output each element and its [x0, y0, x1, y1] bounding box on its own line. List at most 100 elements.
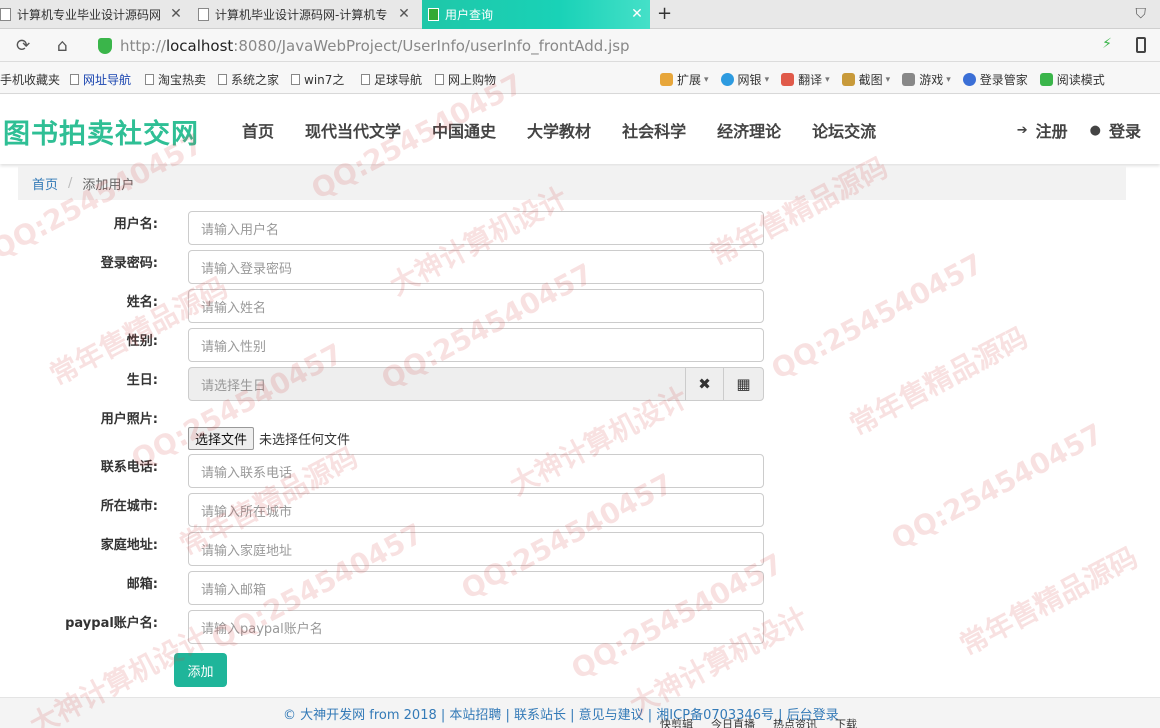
tool-login-manager[interactable]: 登录管家	[962, 71, 1028, 88]
bookmark-mobile-favorites[interactable]: 手机收藏夹	[0, 71, 60, 88]
tool-bank[interactable]: 网银 ▾	[720, 71, 769, 88]
choose-file-button[interactable]: 选择文件	[188, 427, 255, 450]
tab-label: 计算机毕业设计源码网-计算机专	[215, 8, 387, 22]
chevron-down-icon: ▾	[946, 74, 951, 85]
register-link[interactable]: ➔ 注册	[1017, 118, 1068, 142]
url-host: localhost	[165, 36, 234, 55]
paypal-label: paypal账户名:	[65, 616, 158, 631]
tab-label: 计算机专业毕业设计源码网	[17, 8, 162, 22]
extension-icon	[660, 73, 673, 86]
phone-icon[interactable]	[1136, 37, 1146, 53]
form-row-photo: 用户照片:	[0, 406, 780, 440]
paypal-input[interactable]: 请输入paypal账户名	[188, 610, 764, 644]
birthday-label: 生日:	[126, 373, 158, 388]
address-bar: ⟳ ⌂ http:// localhost :8080/JavaWebProje…	[0, 29, 1160, 62]
bookmark-taobao[interactable]: 淘宝热卖	[145, 71, 206, 88]
calendar-icon[interactable]: ▦	[723, 367, 764, 401]
page-icon	[435, 74, 444, 85]
username-input[interactable]: 请输入用户名	[188, 211, 764, 245]
status-news[interactable]: 热点资讯	[773, 716, 817, 728]
close-icon[interactable]: ✕	[169, 6, 183, 22]
tab-source-code[interactable]: 计算机专业毕业设计源码网 ✕	[0, 0, 189, 29]
photo-file-picker: 选择文件 未选择任何文件	[188, 427, 350, 450]
nav-textbooks[interactable]: 大学教材	[527, 118, 591, 142]
city-label: 所在城市:	[100, 499, 158, 514]
login-link[interactable]: ● 登录	[1090, 118, 1141, 142]
name-input[interactable]: 请输入姓名	[188, 289, 764, 323]
bookmarks-bar: 手机收藏夹 网址导航 淘宝热卖 系统之家 win7之 足球导航 网上购物 扩展 ▾…	[0, 62, 1160, 94]
form-row-address: 家庭地址: 请输入家庭地址	[0, 532, 780, 566]
breadcrumb-home[interactable]: 首页	[32, 174, 58, 193]
address-input[interactable]: 请输入家庭地址	[188, 532, 764, 566]
add-button[interactable]: 添加	[174, 653, 227, 687]
status-quick-edit[interactable]: 快剪辑	[660, 716, 693, 728]
gender-label: 性别:	[126, 334, 158, 349]
username-label: 用户名:	[113, 217, 158, 232]
form-row-password: 登录密码: 请输入登录密码	[0, 250, 780, 284]
url-path: :8080/JavaWebProject/UserInfo/userInfo_f…	[233, 36, 630, 55]
page-icon	[145, 74, 154, 85]
nav-modern-literature[interactable]: 现代当代文学	[305, 118, 401, 142]
lightning-icon[interactable]: ⚡	[1102, 36, 1112, 52]
nav-economic-theory[interactable]: 经济理论	[717, 118, 781, 142]
email-input[interactable]: 请输入邮箱	[188, 571, 764, 605]
breadcrumb-separator: /	[68, 175, 73, 191]
bookmark-nav[interactable]: 网址导航	[70, 71, 131, 88]
url-scheme: http://	[120, 36, 166, 55]
email-label: 邮箱:	[126, 577, 158, 592]
tab-user-query[interactable]: 用户查询 ✕	[422, 0, 650, 29]
nav-forum[interactable]: 论坛交流	[812, 118, 876, 142]
bookmark-football[interactable]: 足球导航	[361, 71, 422, 88]
page-icon	[0, 8, 11, 21]
chevron-down-icon: ▾	[885, 74, 891, 85]
bank-icon	[720, 73, 734, 86]
page-icon	[291, 74, 300, 85]
tool-screenshot[interactable]: 截图 ▾	[841, 71, 891, 88]
tool-games[interactable]: 游戏 ▾	[902, 71, 951, 88]
site-logo[interactable]: 图书拍卖社交网	[3, 112, 199, 151]
tool-extensions[interactable]: 扩展 ▾	[660, 71, 709, 88]
user-icon: ●	[1089, 122, 1101, 138]
city-input[interactable]: 请输入所在城市	[188, 493, 764, 527]
nav-home[interactable]: 首页	[242, 118, 274, 142]
nav-chinese-history[interactable]: 中国通史	[432, 118, 496, 142]
gender-input[interactable]: 请输入性别	[188, 328, 764, 362]
shirt-icon[interactable]: ⛉	[1136, 6, 1147, 22]
name-label: 姓名:	[126, 295, 158, 310]
auth-links: ➔ 注册 ● 登录	[995, 118, 1141, 142]
url-field[interactable]: http:// localhost :8080/JavaWebProject/U…	[98, 33, 1118, 58]
nav-social-science[interactable]: 社会科学	[622, 118, 686, 142]
phone-label: 联系电话:	[100, 460, 158, 475]
password-input[interactable]: 请输入登录密码	[188, 250, 764, 284]
photo-label: 用户照片:	[100, 412, 158, 427]
main-nav: 首页 现代当代文学 中国通史 大学教材 社会科学 经济理论 论坛交流	[242, 118, 907, 142]
page-icon	[198, 8, 209, 21]
home-icon[interactable]: ⌂	[57, 36, 68, 56]
book-icon	[1039, 73, 1053, 86]
form-row-phone: 联系电话: 请输入联系电话	[0, 454, 780, 488]
tab-graduation-design[interactable]: 计算机毕业设计源码网-计算机专 ✕	[192, 0, 417, 29]
chevron-down-icon: ▾	[825, 74, 830, 85]
form-row-name: 姓名: 请输入姓名	[0, 289, 780, 323]
site-navbar: 图书拍卖社交网 首页 现代当代文学 中国通史 大学教材 社会科学 经济理论 论坛…	[0, 95, 1160, 164]
key-icon	[962, 73, 976, 86]
status-download[interactable]: 下载	[835, 716, 857, 728]
clear-date-icon[interactable]: ✖	[685, 367, 724, 401]
bookmark-shopping[interactable]: 网上购物	[435, 71, 496, 88]
status-live[interactable]: 今日直播	[711, 716, 755, 728]
address-label: 家庭地址:	[100, 538, 158, 553]
bookmark-system-home[interactable]: 系统之家	[218, 71, 279, 88]
tool-reading-mode[interactable]: 阅读模式	[1039, 71, 1105, 88]
form-row-birthday: 生日: 请选择生日 ✖ ▦	[0, 367, 780, 401]
form-row-city: 所在城市: 请输入所在城市	[0, 493, 780, 527]
gamepad-icon	[902, 73, 916, 86]
tool-translate[interactable]: 翻译 ▾	[781, 71, 830, 88]
reload-icon[interactable]: ⟳	[16, 36, 30, 56]
birthday-input[interactable]: 请选择生日	[188, 367, 686, 401]
sign-in-icon: ➔	[1016, 122, 1028, 138]
bookmark-win7[interactable]: win7之	[291, 71, 344, 88]
close-icon[interactable]: ✕	[630, 6, 644, 22]
close-icon[interactable]: ✕	[397, 6, 411, 22]
new-tab-button[interactable]: +	[657, 3, 672, 24]
phone-input[interactable]: 请输入联系电话	[188, 454, 764, 488]
